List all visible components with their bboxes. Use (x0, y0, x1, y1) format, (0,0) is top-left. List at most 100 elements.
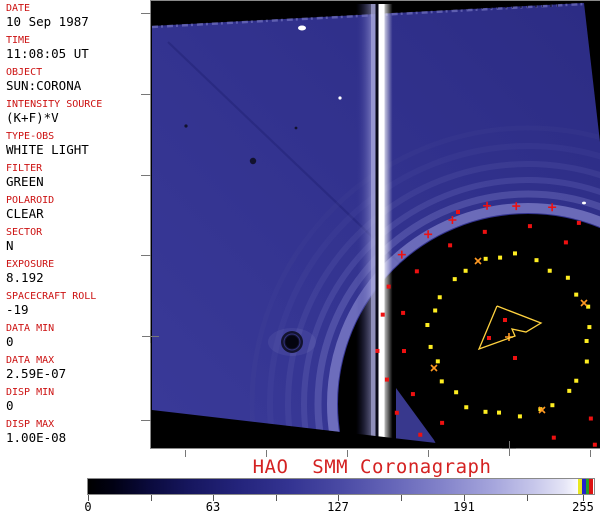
fiducial-dot (483, 256, 488, 261)
fiducial-dot (454, 390, 459, 395)
metadata-label: OBJECT (6, 67, 43, 78)
axis-tick (141, 175, 151, 176)
metadata-value: 2.59E-07 (6, 366, 67, 381)
metadata-field: OBJECT SUN:CORONA (6, 67, 148, 93)
fiducial-dot (527, 224, 532, 229)
metadata-value: 0 (6, 334, 14, 349)
metadata-field: INTENSITY SOURCE (K+F)*V (6, 99, 148, 125)
metadata-value: SUN:CORONA (6, 78, 82, 93)
metadata-field: SECTOR N (6, 227, 148, 253)
fiducial-dot (448, 243, 453, 248)
dark-speck (249, 157, 257, 165)
fiducial-dot (498, 255, 503, 260)
axis-tick (185, 450, 186, 457)
metadata-value: 1.00E-08 (6, 430, 67, 445)
fiducial-dot (513, 356, 517, 360)
fiducial-dot (483, 409, 488, 414)
coronagraph-viewer-window: DATE 10 Sep 1987 TIME 11:08:05 UT OBJECT… (0, 0, 600, 512)
fiducial-dot (497, 410, 502, 415)
fiducial-dot (517, 414, 522, 419)
metadata-field: FILTER GREEN (6, 163, 148, 189)
fiducial-dot (435, 359, 440, 364)
plot-border-left (150, 0, 151, 449)
fiducial-dot (380, 312, 385, 317)
white-speck (298, 25, 306, 31)
colorbar-tick-label: 0 (84, 500, 92, 512)
coronagraph-image (151, 1, 600, 449)
metadata-label: FILTER (6, 163, 43, 174)
fiducial-dot (487, 336, 491, 340)
fiducial-dot (584, 338, 589, 343)
fiducial-dot (433, 308, 438, 313)
coronagraph-image-canvas[interactable] (150, 0, 600, 449)
fiducial-dot (550, 403, 555, 408)
fiducial-dot (375, 348, 380, 353)
fiducial-dot (456, 210, 460, 214)
metadata-label: DISP MIN (6, 387, 55, 398)
metadata-label: DATE (6, 3, 31, 14)
axis-tick (590, 450, 591, 457)
fiducial-dot (410, 392, 415, 397)
colorbar-tick-label: 191 (453, 500, 475, 512)
metadata-value: CLEAR (6, 206, 44, 221)
axis-tick (141, 94, 151, 95)
fiducial-dot (534, 258, 539, 263)
axis-tick (141, 13, 151, 14)
axis-tick (502, 448, 516, 449)
metadata-field: SPACECRAFT ROLL -19 (6, 291, 148, 317)
colorbar-tick (276, 495, 277, 501)
metadata-field: DISP MAX 1.00E-08 (6, 419, 148, 445)
metadata-value: (K+F)*V (6, 110, 59, 125)
colorbar-tick-label: 255 (572, 500, 594, 512)
fiducial-dot (563, 240, 568, 245)
metadata-sidebar: DATE 10 Sep 1987 TIME 11:08:05 UT OBJECT… (0, 0, 150, 512)
fiducial-dot (512, 251, 517, 256)
fiducial-dot (439, 379, 444, 384)
plot-title: HAO SMM Coronagraph (252, 456, 492, 478)
fiducial-dot (567, 388, 572, 393)
fiducial-dot (384, 377, 389, 382)
axis-tick (150, 330, 151, 343)
metadata-value: -19 (6, 302, 29, 317)
fiducial-dot (464, 405, 469, 410)
fiducial-dot (587, 325, 592, 330)
fiducial-dot (551, 435, 556, 440)
metadata-label: POLAROID (6, 195, 55, 206)
dark-speck (184, 124, 188, 128)
fiducial-dot (574, 378, 579, 383)
metadata-field: DATE 10 Sep 1987 (6, 3, 148, 29)
metadata-value: WHITE LIGHT (6, 142, 89, 157)
metadata-label: DISP MAX (6, 419, 55, 430)
colorbar-tick-label: 127 (327, 500, 349, 512)
fiducial-dot (401, 310, 406, 315)
colorbar-tick-label: 63 (205, 500, 221, 512)
fiducial-dot (425, 323, 430, 328)
axis-tick (141, 420, 151, 421)
axis-tick (428, 450, 429, 457)
fiducial-dot (588, 416, 593, 421)
axis-tick (266, 450, 267, 457)
fiducial-dot (592, 442, 597, 447)
fiducial-dot (463, 268, 468, 273)
fiducial-dot (414, 269, 419, 274)
fiducial-dot (565, 275, 570, 280)
white-speck (338, 96, 342, 100)
white-speck (582, 201, 586, 205)
axis-tick (141, 255, 151, 256)
fiducial-dot (418, 432, 423, 437)
fiducial-dot (440, 420, 445, 425)
colorbar-tick (151, 495, 152, 501)
metadata-label: TYPE-OBS (6, 131, 55, 142)
metadata-value: 11:08:05 UT (6, 46, 89, 61)
metadata-field: DATA MIN 0 (6, 323, 148, 349)
metadata-field: DISP MIN 0 (6, 387, 148, 413)
metadata-value: 8.192 (6, 270, 44, 285)
metadata-field: TYPE-OBS WHITE LIGHT (6, 131, 148, 157)
fiducial-dot (402, 349, 407, 354)
colorbar-tick (527, 495, 528, 501)
dark-speck (294, 126, 298, 130)
axis-tick (347, 450, 348, 457)
metadata-value: 0 (6, 398, 14, 413)
plot-border-bottom (150, 448, 600, 449)
metadata-label: SPACECRAFT ROLL (6, 291, 97, 302)
